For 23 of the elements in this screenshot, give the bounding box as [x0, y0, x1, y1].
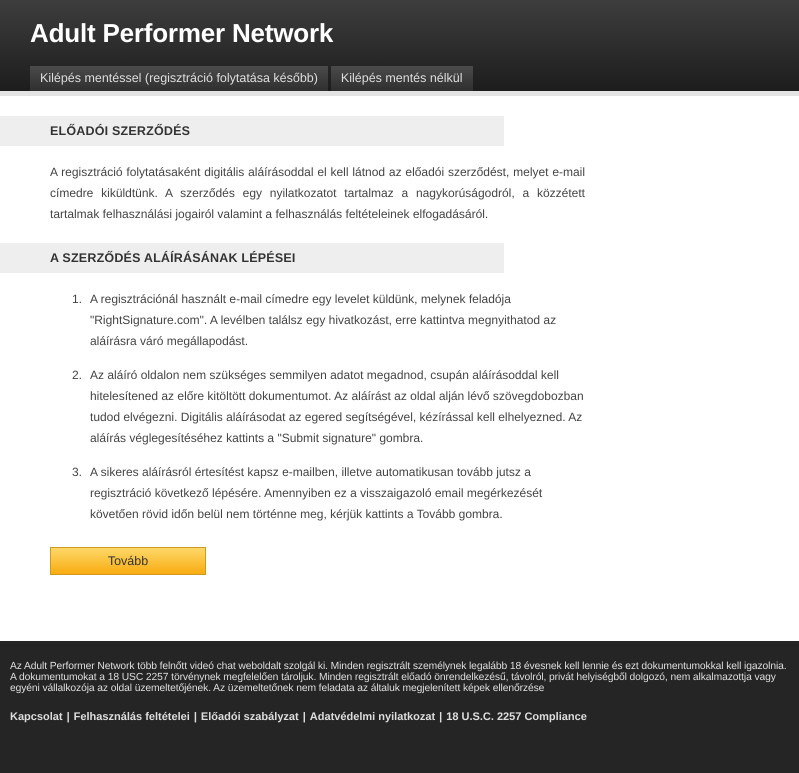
step-number: 2. — [72, 367, 84, 384]
step-text: Az aláíró oldalon nem szükséges semmilyen adatot megadnod, csupán aláírásoddal kell hitelesítened az előre kitöltött dokumentumot. Az aláírást az oldal alján lévő szövegdobozban tudod elvégezni. Digitális aláírásodat az egered segítségével, kézírással kell elhelyezned. Az aláírás véglegesítéséhez kattints a "Submit signature" gombra. — [90, 367, 585, 447]
footer-link[interactable]: 18 U.S.C. 2257 Compliance — [446, 711, 587, 723]
step-text: A regisztrációnál használt e-mail címedre egy levelet küldünk, melynek feladója "RightSignature.com". A levélben találsz egy hivatkozást, erre kattintva megnyithatod az aláírásra váró megállapodást. — [90, 291, 558, 350]
footer-link[interactable]: Felhasználás feltételei — [74, 711, 190, 723]
footer-link[interactable]: Kapcsolat — [10, 711, 63, 723]
footer-link[interactable]: Előadói szabályzat — [200, 711, 299, 723]
link-separator: | — [66, 711, 70, 723]
link-separator: | — [439, 711, 442, 723]
nav-tab[interactable]: Kilépés mentéssel (regisztráció folytatása később) — [30, 66, 328, 91]
section-heading: A SZERZŐDÉS ALÁÍRÁSÁNAK LÉPÉSEI — [0, 243, 504, 273]
intro-paragraph: A regisztráció folytatásaként digitális aláírásoddal el kell látnod az előadói szerződést, melyet e-mail címedre kiküldtünk. A szerződés egy nyilatkozatot tartalmaz a nagykorúságodról, a közzétett tartalmak felhasználási jogairól valamint a felhasználás feltételeinek elfogadásáról. — [50, 164, 585, 223]
footer-disclaimer: Az Adult Performer Network több felnőtt videó chat weboldalt szolgál ki. Minden regisztrált személynek legalább 18 évesnek kell lennie és ezt dokumentumokkal kell igazolnia. A dokumentumokat a 18 USC 2257 törvénynek megfelelően tároljuk. Minden regisztrált előadó önrendelkezésű, távolról, privát helyiségből dolgozó, nem alkalmazottja vagy egyéni vállalkozója az oldal üzemeltetőjének. Az üzemeltetőnek nem feladata az általuk megjelenített képek ellenőrzése — [10, 661, 788, 694]
section-heading: ELŐADÓI SZERZŐDÉS — [0, 116, 504, 146]
next-button[interactable]: Tovább — [50, 547, 206, 575]
step-number: 1. — [72, 291, 84, 308]
footer-link[interactable]: Adatvédelmi nyilatkozat — [310, 711, 436, 723]
link-separator: | — [302, 711, 306, 723]
step-number: 3. — [72, 464, 84, 481]
nav-tab[interactable]: Kilépés mentés nélkül — [330, 66, 473, 91]
step-text: A sikeres aláírásról értesítést kapsz e-mailben, illetve automatikusan tovább jutsz a regisztráció következő lépésére. Amennyiben ez a visszaigazoló email megérkezését követően rövid időn belül nem történne meg, kérjük kattints a Tovább gombra. — [90, 464, 544, 523]
site-title: Adult Performer Network — [30, 18, 334, 49]
link-separator: | — [194, 711, 197, 723]
